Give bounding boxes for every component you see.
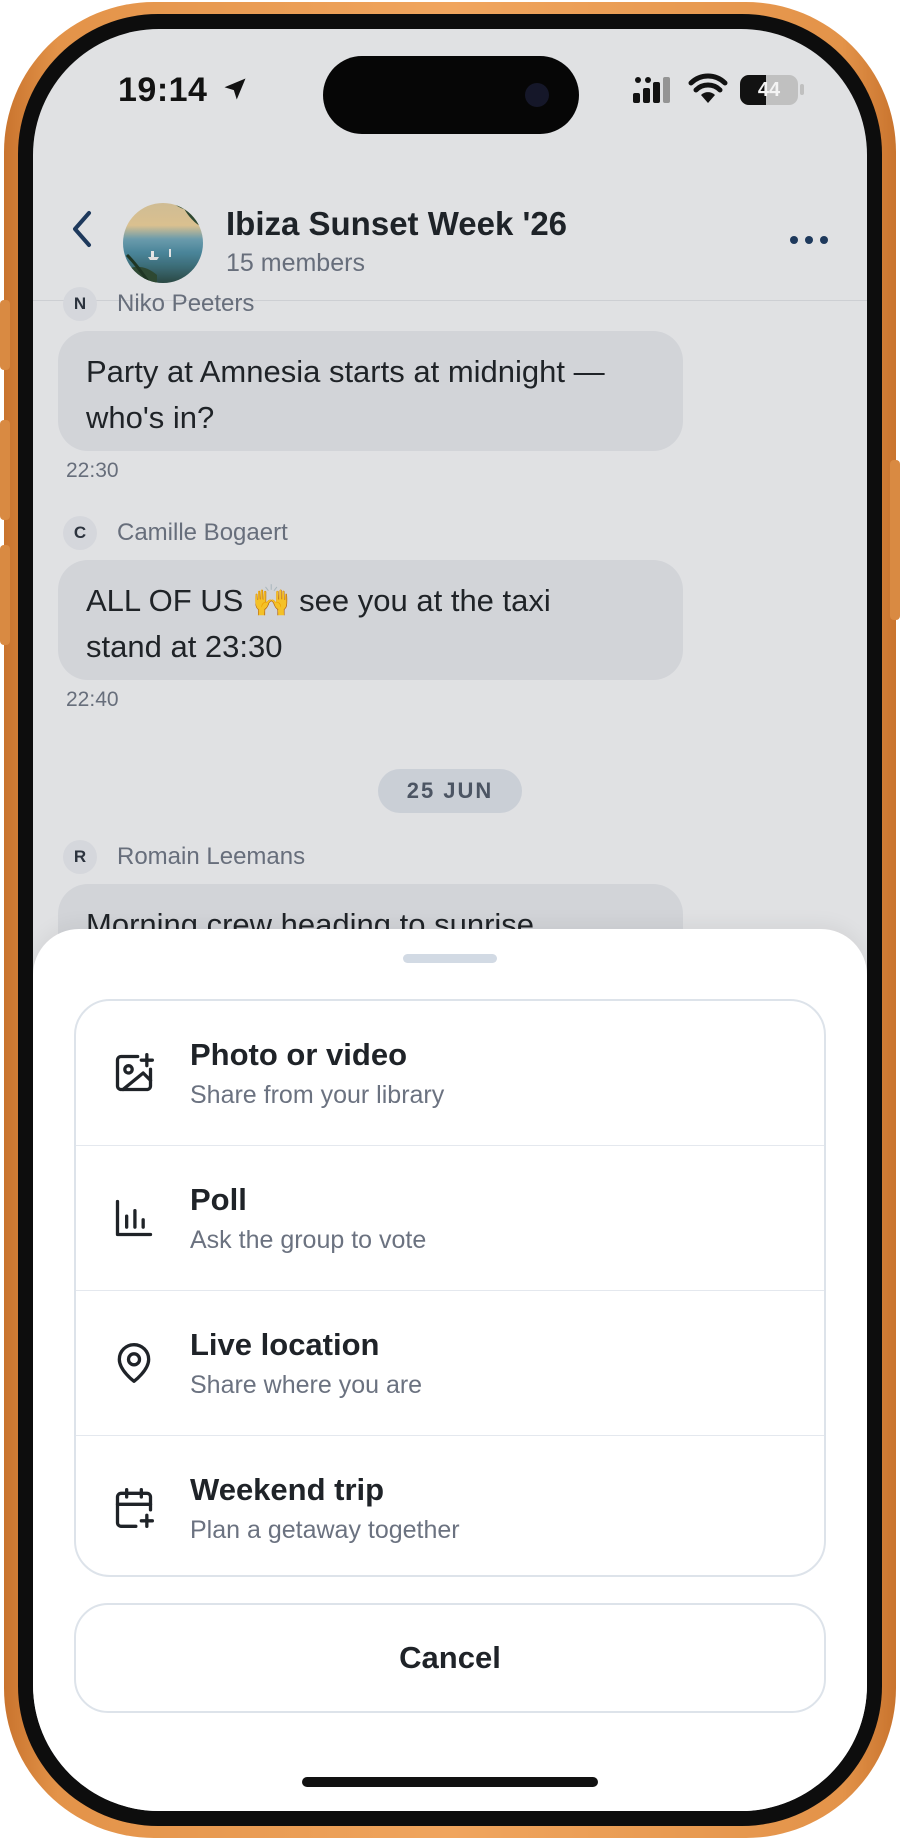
option-weekend-trip[interactable]: Weekend trip Plan a getaway together xyxy=(76,1436,824,1575)
option-title: Photo or video xyxy=(190,1037,407,1072)
option-subtitle: Share where you are xyxy=(190,1371,423,1399)
sheet-grabber[interactable] xyxy=(403,954,497,963)
action-button xyxy=(0,300,10,370)
volume-up-button xyxy=(0,420,10,520)
bar-chart-icon xyxy=(115,1199,153,1237)
option-title: Live location xyxy=(190,1327,380,1362)
image-plus-icon xyxy=(115,1053,154,1092)
option-title: Weekend trip xyxy=(190,1472,385,1507)
option-subtitle: Ask the group to vote xyxy=(190,1226,427,1254)
option-subtitle: Plan a getaway together xyxy=(190,1516,460,1544)
side-button xyxy=(890,460,900,620)
volume-down-button xyxy=(0,545,10,645)
option-subtitle: Share from your library xyxy=(190,1081,445,1109)
home-indicator[interactable] xyxy=(302,1777,598,1787)
option-poll[interactable]: Poll Ask the group to vote xyxy=(76,1146,824,1290)
attachment-options: Photo or video Share from your library P… xyxy=(74,999,826,1577)
cancel-button[interactable]: Cancel xyxy=(74,1603,826,1713)
option-photo-video[interactable]: Photo or video Share from your library xyxy=(76,1001,824,1145)
calendar-plus-icon xyxy=(115,1488,154,1528)
option-live-location[interactable]: Live location Share where you are xyxy=(76,1291,824,1435)
map-pin-icon xyxy=(117,1343,151,1383)
attachment-sheet: Photo or video Share from your library P… xyxy=(33,929,867,1811)
option-title: Poll xyxy=(190,1182,247,1217)
screen: 19:14 44 Ibiza Sunset Week '26 15 member… xyxy=(33,29,867,1811)
